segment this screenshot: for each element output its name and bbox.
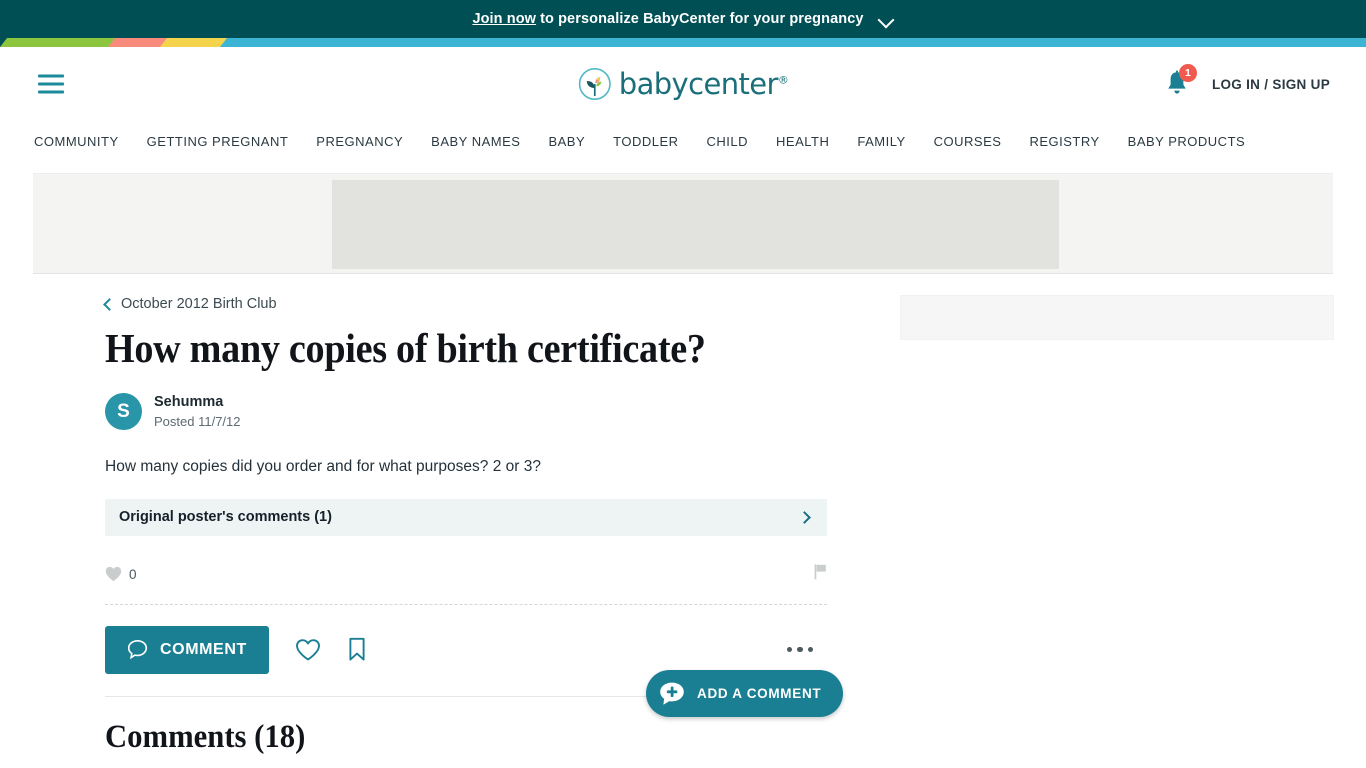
flag-icon	[814, 564, 826, 580]
dot	[807, 646, 813, 653]
comment-button-label: COMMENT	[160, 640, 247, 658]
heart-filled-icon	[105, 567, 122, 582]
stripe-segment-blue	[212, 38, 1366, 47]
report-flag-button[interactable]	[814, 564, 827, 585]
nav-item-getting-pregnant[interactable]: GETTING PREGNANT	[133, 134, 303, 149]
author-info: S Sehumma Posted 11/7/12	[105, 393, 868, 431]
promo-banner-message: to personalize BabyCenter for your pregn…	[540, 11, 864, 27]
chevron-down-icon[interactable]	[880, 13, 894, 27]
breadcrumb-label[interactable]: October 2012 Birth Club	[121, 296, 277, 312]
nav-item-baby-products[interactable]: BABY PRODUCTS	[1114, 134, 1246, 149]
site-logo[interactable]: babycenter®	[578, 66, 789, 101]
dot	[786, 646, 792, 653]
promo-banner[interactable]: Join now to personalize BabyCenter for y…	[0, 0, 1366, 38]
notification-bell-icon[interactable]: 1	[1164, 64, 1197, 98]
comments-heading: Comments (18)	[105, 718, 306, 755]
nav-item-family[interactable]: FAMILY	[843, 134, 919, 149]
like-count: 0	[129, 566, 137, 582]
dot	[797, 646, 803, 653]
add-comment-plus-icon	[658, 680, 686, 708]
breadcrumb[interactable]: October 2012 Birth Club	[103, 296, 868, 312]
author-text-block: Sehumma Posted 11/7/12	[154, 393, 241, 430]
add-comment-button-label: ADD A COMMENT	[697, 686, 822, 701]
comment-button[interactable]: COMMENT	[105, 625, 269, 674]
bookmark-icon	[349, 638, 365, 661]
hamburger-menu-icon[interactable]	[38, 74, 64, 94]
post-body-text: How many copies did you order and for wh…	[105, 458, 541, 476]
sidebar-column	[868, 274, 1366, 768]
original-poster-comments-bar[interactable]: Original poster's comments (1)	[105, 498, 827, 536]
babycenter-plant-logo-icon	[578, 67, 612, 101]
nav-item-baby[interactable]: BABY	[534, 134, 599, 149]
notification-badge: 1	[1178, 64, 1197, 82]
bookmark-button[interactable]	[347, 637, 367, 662]
advertisement-slot: Advertisement	[33, 173, 1333, 274]
nav-item-child[interactable]: CHILD	[693, 134, 763, 149]
promo-banner-text: Join now to personalize BabyCenter for y…	[472, 11, 893, 27]
original-poster-comments-label: Original poster's comments (1)	[119, 509, 332, 526]
logo-wordmark: babycenter®	[618, 66, 789, 101]
like-group[interactable]: 0	[105, 566, 137, 582]
site-header: babycenter® 1 LOG IN / SIGN UP	[0, 47, 1366, 121]
stripe-segment-green	[0, 38, 116, 47]
advertisement-placeholder[interactable]	[332, 180, 1059, 269]
page-root: Join now to personalize BabyCenter for y…	[0, 0, 1366, 768]
chevron-left-icon	[103, 297, 116, 311]
more-options-icon[interactable]	[786, 646, 813, 653]
nav-item-registry[interactable]: REGISTRY	[1015, 134, 1113, 149]
author-name[interactable]: Sehumma	[154, 393, 241, 413]
avatar[interactable]: S	[105, 393, 142, 431]
hamburger-bar	[38, 74, 64, 78]
favorite-button[interactable]	[295, 638, 321, 662]
nav-item-pregnancy[interactable]: PREGNANCY	[302, 134, 417, 149]
chevron-right-icon	[798, 510, 811, 524]
login-signup-link[interactable]: LOG IN / SIGN UP	[1212, 77, 1330, 92]
comments-header-row: Comments (18)	[105, 719, 827, 756]
nav-item-baby-names[interactable]: BABY NAMES	[417, 134, 534, 149]
hamburger-bar	[38, 90, 64, 94]
nav-item-toddler[interactable]: TODDLER	[599, 134, 692, 149]
join-now-link[interactable]: Join now	[472, 11, 536, 27]
posted-date: Posted 11/7/12	[154, 413, 241, 429]
sidebar-placeholder-box	[900, 295, 1334, 340]
post-meta-row: 0	[105, 564, 827, 605]
registered-mark: ®	[777, 72, 789, 86]
add-comment-button[interactable]: ADD A COMMENT	[646, 670, 844, 717]
nav-item-courses[interactable]: COURSES	[920, 134, 1016, 149]
nav-item-community[interactable]: COMMUNITY	[34, 134, 133, 149]
heart-outline-icon	[295, 638, 320, 661]
page-title: How many copies of birth certificate?	[105, 325, 706, 371]
hamburger-bar	[38, 82, 64, 86]
nav-item-health[interactable]: HEALTH	[762, 134, 843, 149]
logo-text: babycenter	[618, 66, 779, 101]
brand-color-stripe	[0, 38, 1366, 47]
main-navigation: COMMUNITY GETTING PREGNANT PREGNANCY BAB…	[0, 121, 1366, 161]
header-actions: 1 LOG IN / SIGN UP	[1164, 64, 1330, 98]
speech-bubble-icon	[127, 640, 148, 660]
